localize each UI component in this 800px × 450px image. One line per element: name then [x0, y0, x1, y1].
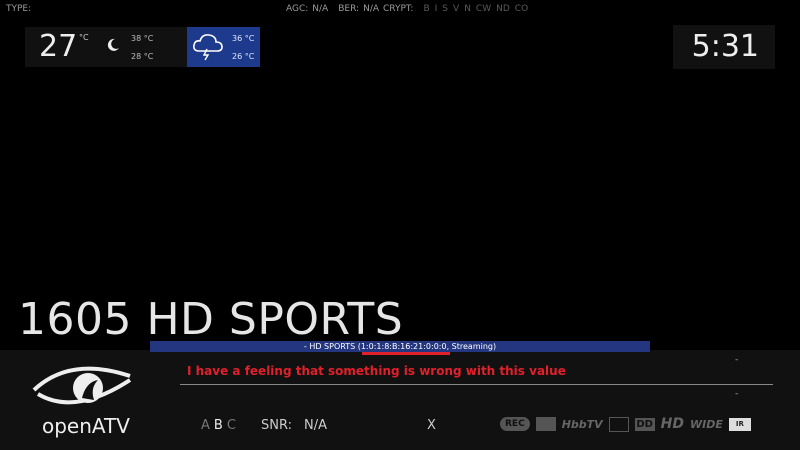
channel-name: 1605 HD SPORTS	[18, 294, 404, 345]
clock-time: 5:31	[691, 29, 759, 64]
agc-label: AGC:	[286, 4, 309, 14]
agc-value: N/A	[312, 4, 329, 14]
track-c: C	[226, 418, 236, 433]
current-temperature: 27	[39, 29, 78, 64]
teletext-icon	[608, 416, 629, 432]
ber-value: N/A	[363, 4, 380, 14]
crypt-flag: CW	[475, 4, 492, 14]
moon-icon	[105, 37, 121, 53]
rec-icon: REC	[500, 417, 530, 431]
crypt-flag: I	[434, 4, 438, 14]
dolby-icon: DD	[634, 417, 655, 431]
crypt-flag: B	[423, 4, 430, 14]
signal-status-bar: TYPE: AGC: N/A BER: N/A CRYPT: B I S V N…	[0, 0, 800, 18]
audio-tracks-indicator: A B C	[201, 418, 236, 433]
subtitle-icon: IR	[728, 417, 751, 431]
service-info-bar: - HD SPORTS (1:0:1:8:B:16:21:0:0:0, Stre…	[150, 341, 650, 352]
hd-icon: HD	[660, 416, 685, 432]
openatv-logo: openATV	[30, 358, 140, 443]
ber-label: BER:	[338, 4, 360, 14]
wide-icon: WIDE	[690, 417, 723, 431]
crypt-flags: B I S V N CW ND CO	[423, 4, 528, 14]
now-event-placeholder: -	[735, 355, 739, 365]
event-divider	[180, 384, 773, 385]
annotation-text: I have a feeling that something is wrong…	[187, 364, 566, 378]
crypt-flag: ND	[496, 4, 510, 14]
temperature-unit: °C	[79, 33, 89, 42]
forecast-low: 26 °C	[232, 52, 255, 61]
crypt-flag: N	[464, 4, 471, 14]
hbbtv-icon: HbbTV	[561, 417, 603, 431]
snr-value: N/A	[304, 418, 327, 433]
today-low: 28 °C	[131, 52, 154, 61]
epg-icon	[535, 417, 556, 431]
crypt-flag: S	[442, 4, 449, 14]
track-b: B	[213, 418, 223, 433]
crypt-flag: CO	[514, 4, 529, 14]
today-high: 38 °C	[131, 34, 154, 43]
service-reference: - HD SPORTS (1:0:1:8:B:16:21:0:0:0, Stre…	[303, 342, 497, 351]
x-indicator: X	[427, 418, 436, 433]
eye-logo-icon	[32, 366, 132, 405]
forecast-tile: 36 °C 26 °C	[187, 27, 260, 67]
weather-widget: 27 °C 38 °C 28 °C 36 °C 26 °C	[25, 27, 260, 67]
forecast-high: 36 °C	[232, 34, 255, 43]
type-label: TYPE:	[6, 4, 32, 14]
status-icons: REC HbbTV DD HD WIDE IR	[500, 416, 751, 432]
signal-info: AGC: N/A BER: N/A CRYPT: B I S V N CW ND…	[286, 4, 528, 14]
snr-label: SNR:	[261, 418, 292, 433]
crypt-flag: V	[453, 4, 460, 14]
next-event-placeholder: -	[735, 389, 739, 399]
logo-text: openATV	[42, 414, 130, 438]
crypt-label: CRYPT:	[383, 4, 414, 14]
snr-indicator: SNR: N/A	[261, 418, 327, 433]
highlight-underline	[362, 352, 450, 355]
track-a: A	[201, 418, 210, 433]
clock-widget: 5:31	[673, 25, 775, 69]
